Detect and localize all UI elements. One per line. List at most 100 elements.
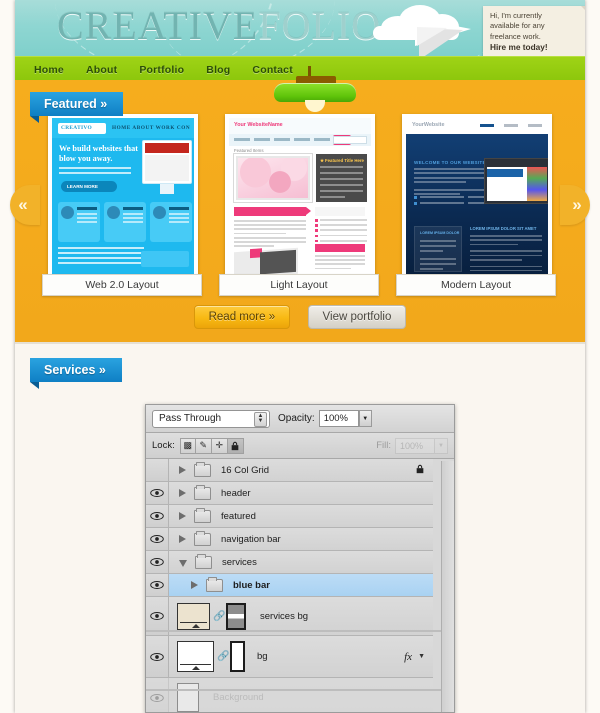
opacity-input[interactable]: 100% ▼	[318, 410, 372, 427]
mini3-box: LOREM IPSUM DOLOR	[414, 226, 462, 272]
paper-plane-icon	[415, 18, 485, 56]
eye-icon[interactable]	[146, 505, 169, 527]
nav-link-portfolio[interactable]: Portfolio	[139, 64, 184, 76]
lock-position-icon[interactable]: ✛	[211, 437, 228, 454]
nav-link-about[interactable]: About	[86, 64, 117, 76]
read-more-button[interactable]: Read more »	[193, 305, 291, 329]
thumbnail-preview-modern: YourWebsite WELCOME TO OUR WEBSITE LOREM…	[406, 118, 548, 280]
eye-icon[interactable]	[146, 528, 169, 550]
nav-item-home[interactable]: Home	[34, 60, 64, 78]
chevron-right-icon[interactable]	[179, 535, 186, 543]
featured-item[interactable]: HOME ABOUT WORK CON We build websites th…	[42, 114, 202, 296]
featured-item-caption: Web 2.0 Layout	[42, 274, 202, 296]
view-portfolio-button[interactable]: View portfolio	[307, 305, 407, 329]
layer-name: services bg	[260, 610, 309, 622]
nav-link-home[interactable]: Home	[34, 64, 64, 76]
hire-me-note[interactable]: Hi, I'm currently available for any free…	[483, 6, 585, 56]
chevron-down-icon[interactable]: ▼	[358, 410, 372, 427]
layer-mask-thumbnail[interactable]	[230, 641, 245, 672]
folder-icon	[194, 461, 211, 477]
blend-mode-select[interactable]: Pass Through ▲ ▼	[152, 409, 270, 428]
services-ribbon-title: Services »	[30, 358, 122, 389]
thumbnail-preview-light: Your WebsiteName Featured Items ★ Featur…	[229, 118, 371, 280]
nav-item-portfolio[interactable]: Portfolio	[139, 60, 184, 78]
layers-lock-row: Lock: ▩ ✎ ✛ Fill: 100% ▼	[146, 433, 454, 459]
lock-all-icon[interactable]	[227, 437, 244, 454]
photoshop-layers-panel: Pass Through ▲ ▼ Opacity: 100% ▼ Lock: ▩ …	[145, 404, 455, 713]
table-row[interactable]: Background	[146, 678, 433, 712]
layer-thumbnail[interactable]	[177, 683, 199, 712]
eye-icon[interactable]	[146, 636, 169, 677]
note-line-3: freelance work.	[490, 31, 541, 41]
chevron-right-icon[interactable]	[179, 512, 186, 520]
chevron-right-icon[interactable]	[179, 466, 186, 474]
site-header: CREATIVEFOLIO Hi, I'm currently availabl…	[15, 0, 585, 56]
site-logo[interactable]: CREATIVEFOLIO	[57, 2, 381, 49]
table-row[interactable]: featured	[146, 505, 433, 528]
featured-item-caption: Light Layout	[219, 274, 379, 296]
layer-name: featured	[221, 510, 256, 522]
lock-transparent-pixels-icon[interactable]: ▩	[179, 437, 196, 454]
folder-icon	[194, 484, 211, 500]
folder-icon	[194, 507, 211, 523]
mini1-headline: We build websites that blow you away.	[59, 144, 138, 163]
layer-name: Background	[213, 692, 264, 703]
chevron-right-icon[interactable]	[191, 581, 198, 589]
layers-panel-toolbar: Pass Through ▲ ▼ Opacity: 100% ▼	[146, 405, 454, 433]
lock-button-group: ▩ ✎ ✛	[179, 437, 244, 454]
link-icon[interactable]: 🔗	[217, 651, 229, 662]
layer-thumbnail-cell: 🔗	[177, 602, 246, 630]
lamp-icon	[274, 66, 356, 112]
eye-icon[interactable]	[146, 482, 169, 504]
table-row[interactable]: navigation bar	[146, 528, 433, 551]
lock-icon	[415, 464, 425, 477]
layer-thumbnail-cell	[177, 683, 199, 712]
fill-label: Fill:	[376, 440, 391, 451]
layer-thumbnail[interactable]	[177, 602, 210, 630]
lock-image-pixels-icon[interactable]: ✎	[195, 437, 212, 454]
nav-link-blog[interactable]: Blog	[206, 64, 230, 76]
eye-icon[interactable]	[146, 551, 169, 573]
table-row[interactable]: 🔗 bg fx ▼	[146, 636, 433, 678]
layer-name: blue bar	[233, 579, 270, 591]
featured-thumbnails: HOME ABOUT WORK CON We build websites th…	[15, 114, 585, 296]
featured-item[interactable]: Your WebsiteName Featured Items ★ Featur…	[219, 114, 379, 296]
chevron-updown-icon[interactable]: ▲ ▼	[254, 411, 267, 427]
mini1-nav: HOME ABOUT WORK CON	[112, 125, 191, 131]
nav-item-contact[interactable]: Contact	[252, 60, 292, 78]
mini1-cta	[61, 181, 117, 192]
thumbnail-preview-web2: HOME ABOUT WORK CON We build websites th…	[52, 118, 194, 280]
table-row[interactable]: header	[146, 482, 433, 505]
eye-icon[interactable]	[146, 459, 169, 481]
mini2-brand: Your WebsiteName	[234, 122, 283, 128]
eye-icon[interactable]	[146, 678, 169, 712]
featured-section: Featured » « » HOME ABOUT WORK CON We bu…	[10, 66, 590, 342]
opacity-value: 100%	[323, 413, 348, 424]
chevron-down-icon[interactable]: ▼	[418, 653, 425, 660]
nav-link-contact[interactable]: Contact	[252, 64, 292, 76]
table-row[interactable]: services	[146, 551, 433, 574]
mini3-col-heading: LOREM IPSUM DOLOR SIT AMET	[470, 226, 537, 231]
link-icon[interactable]: 🔗	[213, 611, 225, 622]
note-cta: Hire me today!	[490, 42, 548, 53]
featured-buttons: Read more » View portfolio	[15, 305, 585, 329]
layer-mask-thumbnail[interactable]	[226, 602, 246, 630]
chevron-down-icon[interactable]	[179, 560, 187, 567]
chevron-right-icon[interactable]	[179, 489, 186, 497]
layers-scrollbar[interactable]	[441, 461, 454, 712]
table-row[interactable]: blue bar	[146, 574, 433, 597]
nav-item-about[interactable]: About	[86, 60, 117, 78]
table-row[interactable]: 16 Col Grid	[146, 459, 433, 482]
nav-item-blog[interactable]: Blog	[206, 60, 230, 78]
note-line-1: Hi, I'm currently	[490, 11, 542, 20]
featured-item[interactable]: YourWebsite WELCOME TO OUR WEBSITE LOREM…	[396, 114, 556, 296]
eye-icon[interactable]	[146, 574, 169, 596]
featured-ribbon-title: Featured »	[30, 92, 124, 123]
layers-group-divider	[146, 630, 441, 632]
layer-thumbnail[interactable]	[177, 641, 214, 672]
folder-icon	[195, 553, 212, 569]
layers-list[interactable]: 16 Col Grid header featured navigation b…	[146, 459, 454, 712]
layer-effects-icon[interactable]: fx	[404, 651, 412, 663]
layer-name: bg	[257, 651, 268, 662]
opacity-label: Opacity:	[278, 413, 315, 424]
